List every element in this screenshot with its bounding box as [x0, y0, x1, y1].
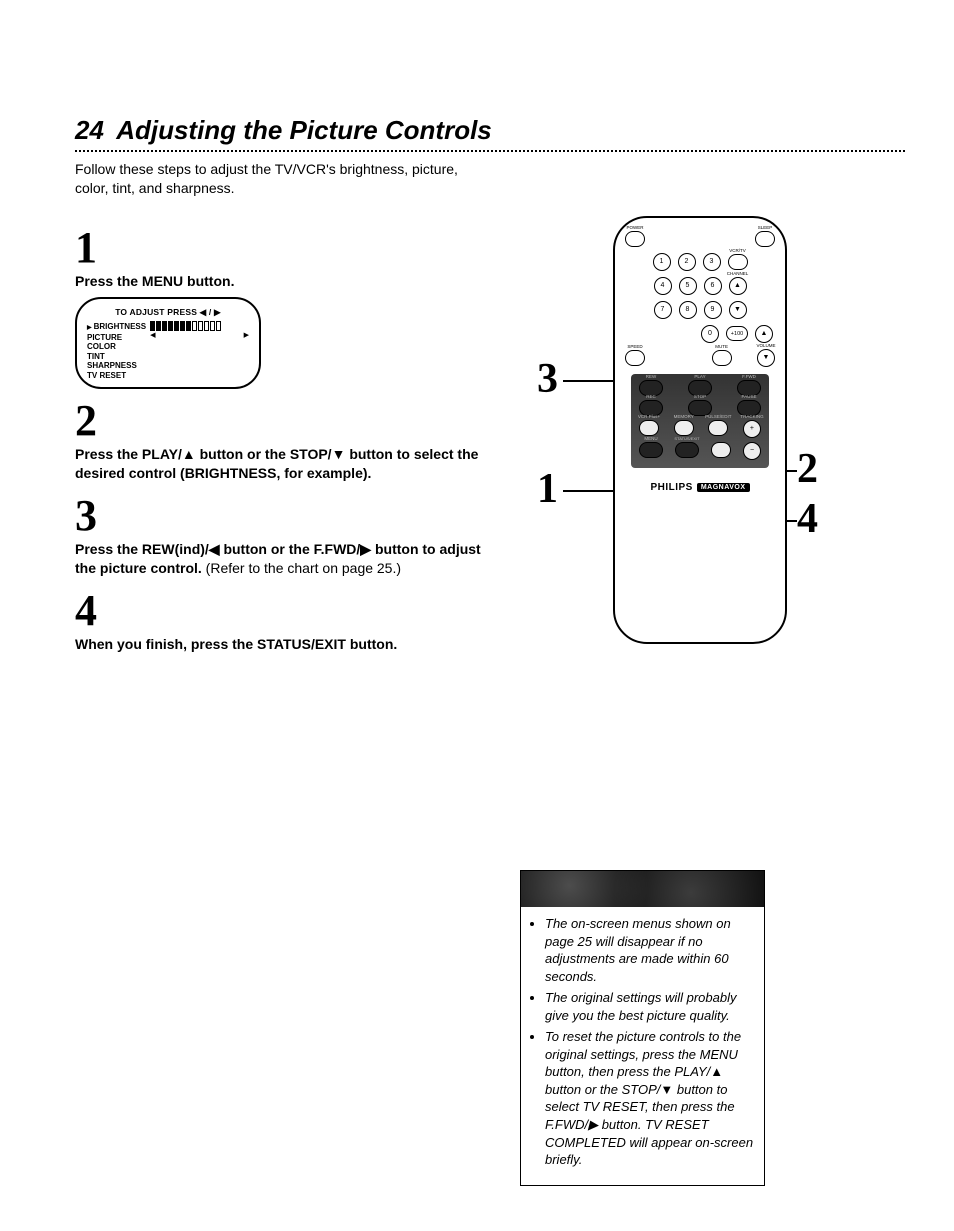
step-number-2: 2	[75, 399, 505, 443]
volume-up-button[interactable]: ▲	[755, 325, 773, 343]
osd-item: SHARPNESS	[87, 361, 146, 371]
num-9-button[interactable]: 9	[704, 301, 722, 319]
onscreen-menu: TO ADJUST PRESS ◀ / ▶ BRIGHTNESS PICTURE…	[75, 297, 261, 388]
left-arrow-icon: ◀	[150, 331, 155, 339]
osd-item: TINT	[87, 352, 146, 362]
vcrplus-button[interactable]: VCR Plus+	[639, 420, 659, 436]
step-3-text: Press the REW(ind)/◀ button or the F.FWD…	[75, 540, 505, 579]
blank-button[interactable]	[711, 442, 731, 458]
right-arrow-icon: ▶	[244, 331, 249, 339]
callout-2: 2	[797, 448, 818, 490]
status-exit-button[interactable]: STATUS/EXIT	[675, 442, 699, 458]
page-content: 24 Adjusting the Picture Controls Follow…	[75, 115, 895, 655]
step-number-1: 1	[75, 226, 505, 270]
osd-arrows: ◀ ▶	[150, 331, 249, 339]
step-1-text: Press the MENU button.	[75, 272, 505, 292]
tracking-down-button[interactable]: −	[743, 442, 761, 460]
osd-level-bar	[150, 322, 249, 330]
channel-up-button[interactable]: CHANNEL▲	[729, 277, 747, 295]
columns: 1 Press the MENU button. TO ADJUST PRESS…	[75, 216, 895, 655]
remote-row: 0 +100 ▲	[623, 325, 777, 343]
channel-down-button[interactable]: ▼	[729, 301, 747, 319]
step-4-text: When you finish, press the STATUS/EXIT b…	[75, 635, 505, 655]
step-number-4: 4	[75, 589, 505, 633]
num-5-button[interactable]: 5	[679, 277, 697, 295]
osd-item: PICTURE	[87, 333, 146, 343]
num-6-button[interactable]: 6	[704, 277, 722, 295]
sleep-button[interactable]: SLEEP	[755, 231, 775, 247]
tip-list: The on-screen menus shown on page 25 wil…	[531, 915, 754, 1169]
brand-philips: PHILIPS	[650, 482, 692, 493]
remote-row: 4 5 6 CHANNEL▲	[625, 277, 775, 295]
step-2-text: Press the PLAY/▲ button or the STOP/▼ bu…	[75, 445, 505, 484]
plus-100-button[interactable]: +100	[726, 326, 748, 341]
step-1-bold: Press the MENU button.	[75, 273, 234, 289]
remote-dark-panel: REW PLAY F.FWD REC STOP PAUSE VCR Plus+ …	[631, 374, 769, 468]
num-4-button[interactable]: 4	[654, 277, 672, 295]
step-number-3: 3	[75, 494, 505, 538]
num-2-button[interactable]: 2	[678, 253, 696, 271]
num-3-button[interactable]: 3	[703, 253, 721, 271]
tip-item: To reset the picture controls to the ori…	[545, 1028, 754, 1168]
remote-stage: 3 1 2 4 POWER SLEEP 1 2 3	[565, 216, 835, 644]
osd-body: BRIGHTNESS PICTURE COLOR TINT SHARPNESS …	[83, 322, 253, 380]
vcr-tv-button[interactable]: VCR/TV	[728, 254, 748, 270]
tip-item: The original settings will probably give…	[545, 989, 754, 1024]
remote-row: MENU STATUS/EXIT −	[635, 442, 765, 460]
page-number: 24	[75, 115, 104, 145]
right-column: 3 1 2 4 POWER SLEEP 1 2 3	[525, 216, 875, 644]
menu-button[interactable]: MENU	[639, 442, 663, 458]
intro-text: Follow these steps to adjust the TV/VCR'…	[75, 160, 475, 198]
osd-item: TV RESET	[87, 371, 146, 381]
remote-row: POWER SLEEP	[619, 231, 781, 247]
osd-item-list: BRIGHTNESS PICTURE COLOR TINT SHARPNESS …	[87, 322, 146, 380]
osd-item: COLOR	[87, 342, 146, 352]
num-8-button[interactable]: 8	[679, 301, 697, 319]
num-1-button[interactable]: 1	[653, 253, 671, 271]
page-title-row: 24 Adjusting the Picture Controls	[75, 115, 895, 146]
remote-control: POWER SLEEP 1 2 3 VCR/TV 4 5 6 CHANNEL▲	[613, 216, 787, 644]
tip-item: The on-screen menus shown on page 25 wil…	[545, 915, 754, 985]
left-column: 1 Press the MENU button. TO ADJUST PRESS…	[75, 216, 505, 655]
remote-row: 1 2 3 VCR/TV	[625, 253, 775, 271]
speed-button[interactable]: SPEED	[625, 350, 645, 366]
callout-4: 4	[797, 498, 818, 540]
osd-item: BRIGHTNESS	[87, 322, 146, 332]
callout-3: 3	[537, 358, 558, 400]
volume-down-button[interactable]: VOLUME▼	[757, 349, 775, 367]
tracking-up-button[interactable]: TRACKING+	[743, 420, 761, 438]
pulse-edit-button[interactable]: PULSE/EDIT	[708, 420, 728, 436]
divider	[75, 150, 905, 152]
remote-row: 7 8 9 ▼	[625, 301, 775, 319]
power-button[interactable]: POWER	[625, 231, 645, 247]
tip-box-body: The on-screen menus shown on page 25 wil…	[521, 907, 764, 1185]
osd-bar-column: ◀ ▶	[150, 322, 249, 380]
brand-magnavox: MAGNAVOX	[697, 483, 750, 492]
page-title: Adjusting the Picture Controls	[116, 115, 492, 145]
remote-brand: PHILIPS MAGNAVOX	[650, 482, 749, 493]
num-7-button[interactable]: 7	[654, 301, 672, 319]
num-0-button[interactable]: 0	[701, 325, 719, 343]
remote-row: SPEED MUTE VOLUME▼	[619, 349, 781, 367]
mute-button[interactable]: MUTE	[712, 350, 732, 366]
osd-title: TO ADJUST PRESS ◀ / ▶	[83, 307, 253, 318]
tip-box: The on-screen menus shown on page 25 wil…	[520, 870, 765, 1186]
callout-1: 1	[537, 468, 558, 510]
memory-button[interactable]: MEMORY	[674, 420, 694, 436]
tip-box-header	[521, 871, 764, 907]
